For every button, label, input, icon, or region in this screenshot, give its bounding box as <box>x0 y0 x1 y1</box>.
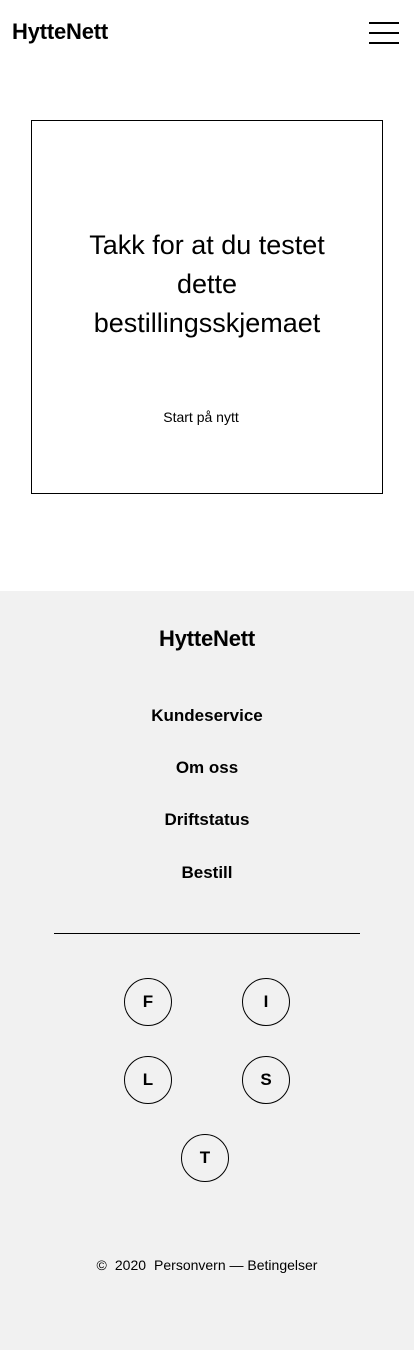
menu-line <box>369 22 399 24</box>
restart-link[interactable]: Start på nytt <box>32 408 370 426</box>
menu-line <box>369 32 399 34</box>
confirmation-title: Takk for at du testet dette bestillingss… <box>89 230 325 339</box>
terms-link[interactable]: Betingelser <box>247 1257 317 1273</box>
menu-line <box>369 42 399 44</box>
footer-logo[interactable]: HytteNett <box>0 625 414 653</box>
snapchat-icon[interactable]: S <box>242 1056 290 1104</box>
copyright-line: © 2020 Personvern — Betingelser <box>0 1256 414 1274</box>
hamburger-menu-icon[interactable] <box>366 20 400 46</box>
site-footer: HytteNett Kundeservice Om oss Driftstatu… <box>0 591 414 1350</box>
footer-divider <box>54 933 360 934</box>
instagram-icon[interactable]: I <box>242 978 290 1026</box>
copyright-year: 2020 <box>114 1257 147 1273</box>
site-header: HytteNett <box>0 0 414 66</box>
facebook-icon[interactable]: F <box>124 978 172 1026</box>
footer-link-om-oss[interactable]: Om oss <box>0 757 414 779</box>
copyright-icon: © <box>96 1257 107 1273</box>
footer-link-kundeservice[interactable]: Kundeservice <box>0 705 414 727</box>
site-logo[interactable]: HytteNett <box>12 18 108 46</box>
twitter-icon[interactable]: T <box>181 1134 229 1182</box>
link-separator: — <box>229 1257 244 1273</box>
footer-link-bestill[interactable]: Bestill <box>0 862 414 884</box>
confirmation-card: Takk for at du testet dette bestillingss… <box>31 120 383 494</box>
linkedin-icon[interactable]: L <box>124 1056 172 1104</box>
privacy-link[interactable]: Personvern <box>154 1257 226 1273</box>
footer-link-driftstatus[interactable]: Driftstatus <box>0 809 414 831</box>
